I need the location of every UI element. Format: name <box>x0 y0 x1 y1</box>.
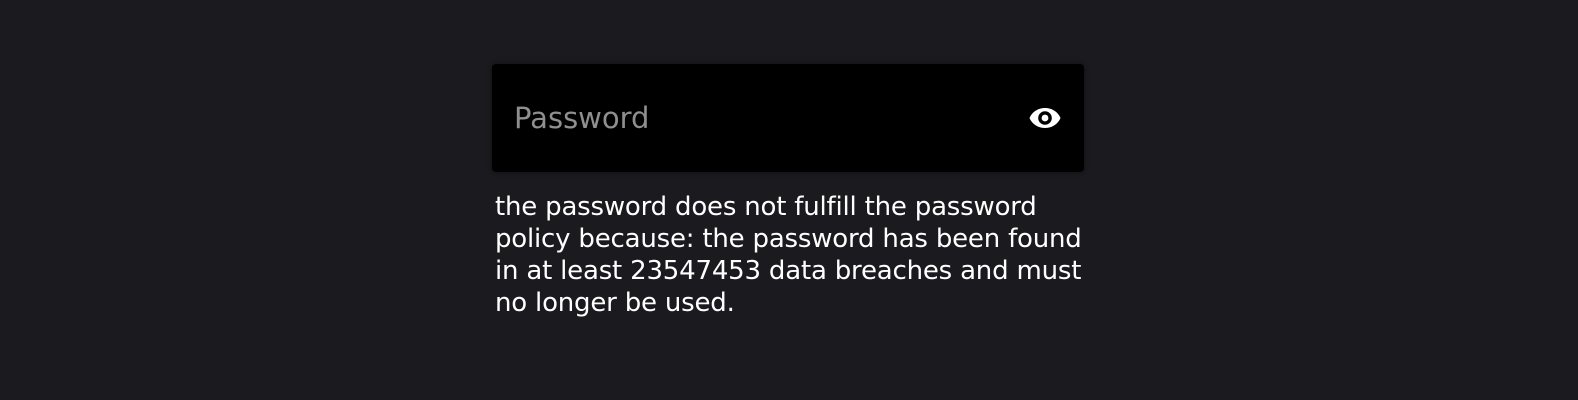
password-field <box>492 64 1084 172</box>
eye-icon <box>1029 108 1061 128</box>
password-policy-error-message: the password does not fulfill the passwo… <box>495 192 1082 318</box>
password-form: the password does not fulfill the passwo… <box>492 64 1084 319</box>
toggle-password-visibility-button[interactable] <box>1028 100 1062 136</box>
password-input[interactable] <box>492 64 1084 172</box>
